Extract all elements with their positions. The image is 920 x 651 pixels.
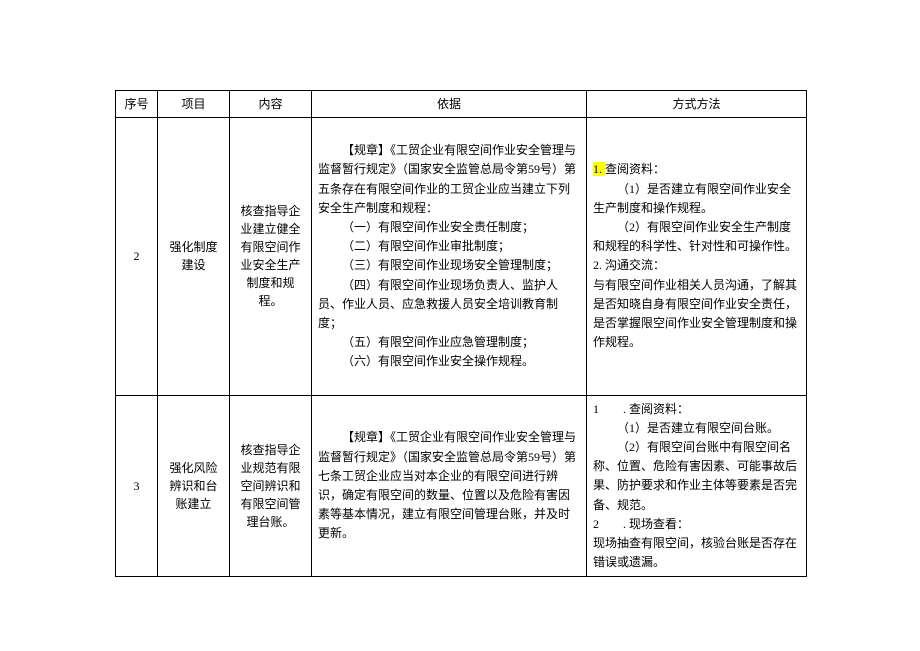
- method-item: （1）是否建立有限空间作业安全生产制度和操作规程。: [593, 180, 800, 218]
- basis-item: （二）有限空间作业审批制度；: [318, 237, 580, 256]
- basis-item: （一）有限空间作业安全责任制度；: [318, 218, 580, 237]
- cell-seq: 3: [116, 395, 158, 577]
- cell-method: 1. 查阅资料： （1）是否建立有限空间作业安全生产制度和操作规程。 （2）有限…: [587, 118, 807, 396]
- method-heading: 2 . 现场查看：: [593, 515, 800, 534]
- cell-method: 1 . 查阅资料： （1）是否建立有限空间台账。 （2）有限空间台账中有限空间名…: [587, 395, 807, 577]
- basis-intro: 【规章】《工贸企业有限空间作业安全管理与监督暂行规定》（国家安全监管总局令第59…: [318, 141, 580, 218]
- cell-item: 强化风险辨识和台账建立: [158, 395, 230, 577]
- basis-item: （三）有限空间作业现场安全管理制度；: [318, 256, 580, 275]
- basis-item: （五）有限空间作业应急管理制度；: [318, 333, 580, 352]
- cell-content: 核查指导企业规范有限空间辨识和有限空间管理台账。: [230, 395, 312, 577]
- cell-item: 强化制度建设: [158, 118, 230, 396]
- header-item: 项目: [158, 91, 230, 118]
- method-heading: 2. 沟通交流：: [593, 256, 800, 275]
- highlight-text: 1.: [593, 162, 605, 176]
- method-heading: 1. 查阅资料：: [593, 160, 800, 179]
- method-heading: 1 . 查阅资料：: [593, 400, 800, 419]
- table-row: 2 强化制度建设 核查指导企业建立健全有限空间作业安全生产制度和规程。 【规章】…: [116, 118, 807, 396]
- cell-basis: 【规章】《工贸企业有限空间作业安全管理与监督暂行规定》（国家安全监管总局令第59…: [312, 395, 587, 577]
- table-row: 3 强化风险辨识和台账建立 核查指导企业规范有限空间辨识和有限空间管理台账。 【…: [116, 395, 807, 577]
- basis-item: （六）有限空间作业安全操作规程。: [318, 352, 580, 371]
- method-item: （1）是否建立有限空间台账。: [593, 419, 800, 438]
- cell-basis: 【规章】《工贸企业有限空间作业安全管理与监督暂行规定》（国家安全监管总局令第59…: [312, 118, 587, 396]
- table-header: 序号 项目 内容 依据 方式方法: [116, 91, 807, 118]
- method-item: 现场抽查有限空间，核验台账是否存在错误或遗漏。: [593, 534, 800, 572]
- header-content: 内容: [230, 91, 312, 118]
- method-item: （2）有限空间台账中有限空间名称、位置、危险有害因素、可能事故后果、防护要求和作…: [593, 438, 800, 515]
- header-seq: 序号: [116, 91, 158, 118]
- inspection-table: 序号 项目 内容 依据 方式方法 2 强化制度建设 核查指导企业建立健全有限空间…: [115, 90, 807, 577]
- header-basis: 依据: [312, 91, 587, 118]
- cell-seq: 2: [116, 118, 158, 396]
- cell-content: 核查指导企业建立健全有限空间作业安全生产制度和规程。: [230, 118, 312, 396]
- method-item: 与有限空间作业相关人员沟通，了解其是否知晓自身有限空间作业安全责任，是否掌握限空…: [593, 276, 800, 353]
- basis-intro: 【规章】《工贸企业有限空间作业安全管理与监督暂行规定》（国家安全监管总局令第59…: [318, 428, 580, 543]
- header-method: 方式方法: [587, 91, 807, 118]
- basis-item: （四）有限空间作业现场负责人、监护人员、作业人员、应急救援人员安全培训教育制度；: [318, 276, 580, 334]
- method-item: （2）有限空间作业安全生产制度和规程的科学性、针对性和可操作性。: [593, 218, 800, 256]
